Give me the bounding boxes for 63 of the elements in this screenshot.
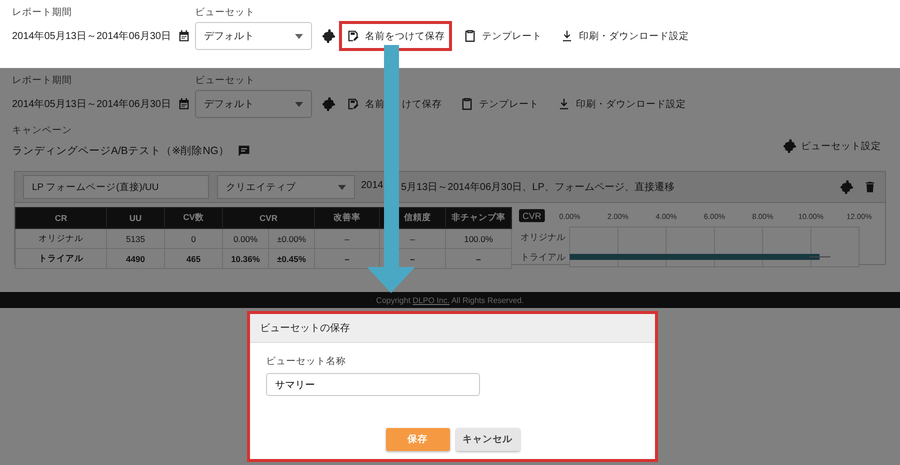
caret-icon — [295, 102, 303, 106]
viewset-dropdown[interactable]: デフォルト — [195, 22, 312, 50]
table-cell: ±0.45% — [268, 248, 315, 268]
table-cell: オリジナル — [16, 228, 106, 249]
viewset-settings-button[interactable]: ビューセット設定 — [775, 131, 888, 161]
download-button[interactable]: 印刷・ダウンロード設定 — [553, 21, 696, 51]
field-label: ビューセット名称 — [266, 355, 347, 368]
save-icon — [346, 29, 360, 43]
campaign-name: ランディングページA/Bテスト（※削除NG） — [12, 144, 230, 158]
category-label: オリジナル — [520, 232, 566, 242]
clipboard-icon — [463, 29, 477, 43]
table-cell: 465 — [164, 248, 222, 268]
table-cell: 5135 — [106, 228, 164, 249]
cancel-button[interactable]: キャンセル — [456, 428, 520, 451]
template-button[interactable]: テンプレート — [456, 21, 549, 51]
table-cell: 4490 — [106, 248, 164, 268]
table-cell: 100.0% — [446, 228, 512, 249]
segment-field[interactable]: LP フォームページ(直接)/UU — [23, 175, 209, 199]
download-icon — [560, 29, 574, 43]
template-button[interactable]: テンプレート — [453, 89, 546, 119]
column-header: 改善率 — [314, 208, 380, 229]
caret-icon — [338, 184, 346, 190]
viewset-label: ビューセット — [195, 6, 256, 20]
settings-icon — [782, 139, 796, 153]
save-button[interactable]: 名前をつけて保存 — [339, 21, 452, 51]
campaign-label: キャンペーン — [12, 124, 73, 138]
company-link[interactable]: DLPO Inc. — [412, 296, 450, 304]
report-period: 2014年05月13日～2014年06月30日 — [12, 30, 171, 43]
clipboard-icon — [460, 97, 474, 111]
save-icon — [346, 97, 360, 111]
dialog-title: ビューセットの保存 — [250, 314, 655, 343]
column-header: CV数 — [164, 208, 222, 229]
panel-description: 2014 5月13日～2014年06月30日、LP、フォームページ、直接遷移 — [361, 180, 676, 194]
table-cell: 10.36% — [222, 248, 268, 268]
copyright-text: Copyright DLPO Inc. All Rights Reserved. — [376, 296, 524, 304]
calendar-icon[interactable] — [176, 29, 191, 43]
column-header: 非チャンプ率 — [446, 208, 512, 229]
delete-icon[interactable] — [863, 180, 877, 194]
table-cell: ±0.00% — [268, 228, 315, 249]
comment-icon[interactable] — [237, 144, 252, 158]
table-cell: – — [446, 248, 512, 268]
dimension-dropdown[interactable]: クリエイティブ — [217, 175, 355, 199]
caret-icon — [295, 34, 303, 38]
viewset-dropdown[interactable]: デフォルト — [195, 90, 312, 118]
save-button[interactable]: 名前 けて保存 — [339, 89, 449, 119]
settings-icon[interactable] — [321, 29, 335, 43]
period-label: レポート期間 — [12, 74, 73, 88]
name-input[interactable]: サマリー — [266, 373, 480, 396]
download-icon — [557, 97, 571, 111]
report-period: 2014年05月13日～2014年06月30日 — [12, 98, 171, 111]
category-label: トライアル — [520, 252, 566, 262]
table-cell: 0.00% — [222, 228, 268, 249]
column-header: CVR — [222, 208, 315, 229]
viewset-label: ビューセット — [195, 74, 256, 88]
table-cell: – — [314, 228, 380, 249]
table-cell: – — [314, 248, 380, 268]
period-label: レポート期間 — [12, 6, 73, 20]
column-header: CR — [16, 208, 106, 229]
table-cell: 0 — [164, 228, 222, 249]
table-cell: トライアル — [16, 248, 106, 268]
column-header: UU — [106, 208, 164, 229]
download-button[interactable]: 印刷・ダウンロード設定 — [550, 89, 693, 119]
series-badge: CVR — [519, 209, 545, 222]
